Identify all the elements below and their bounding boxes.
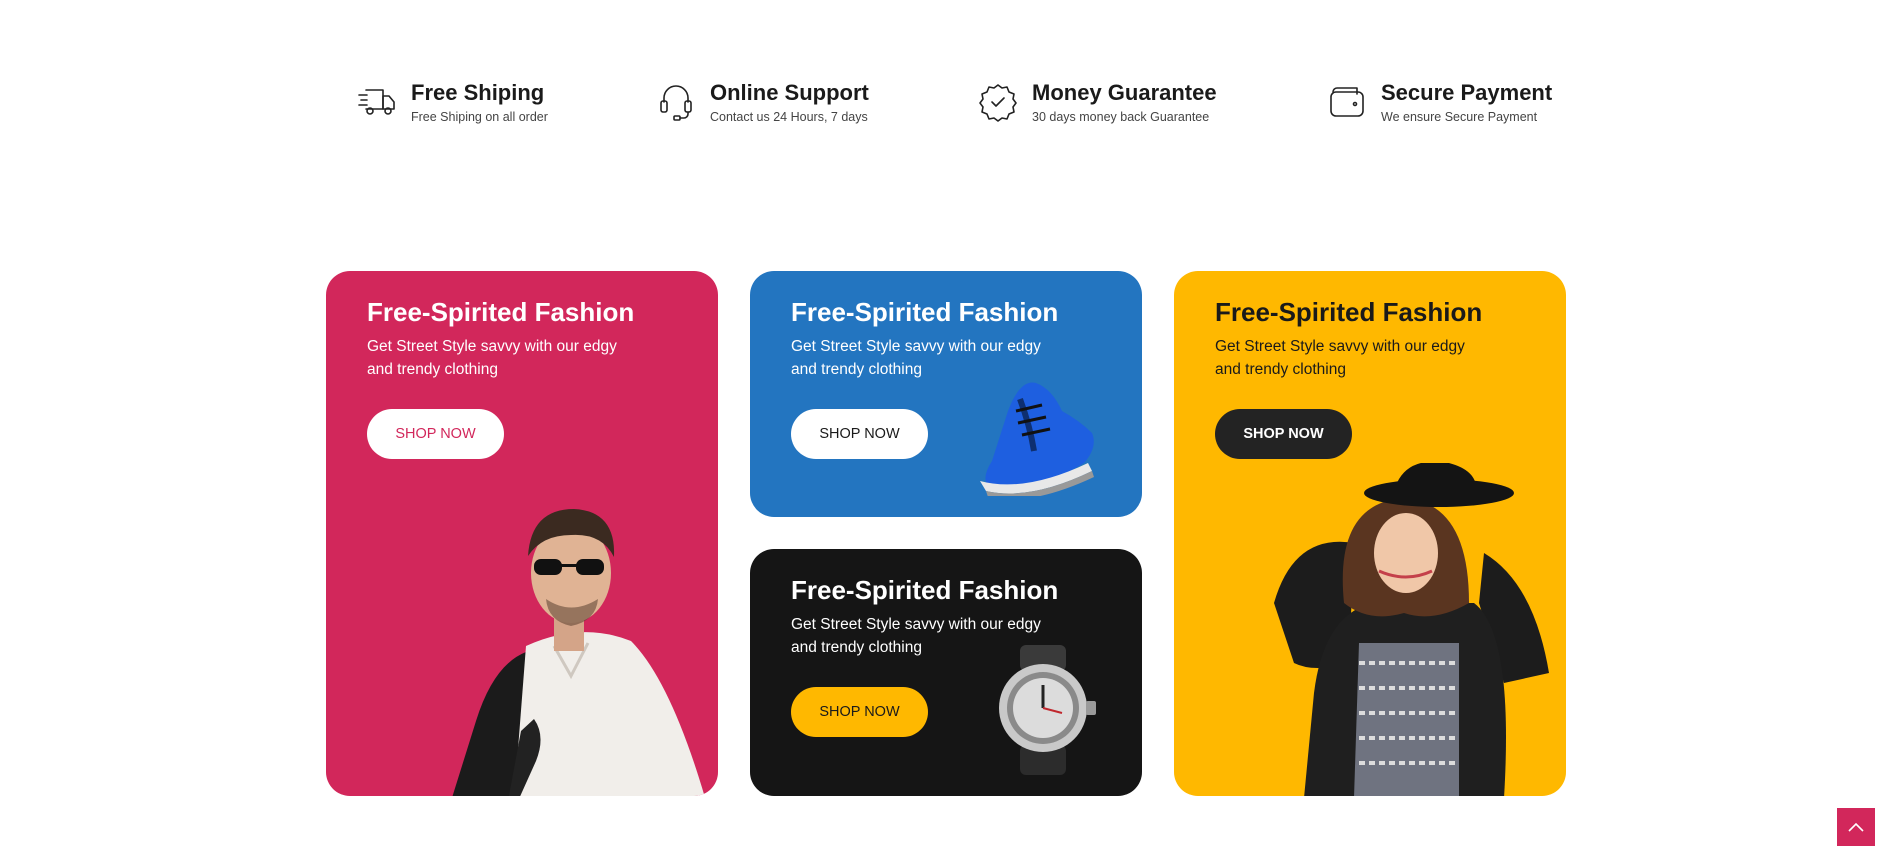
feature-subtitle: We ensure Secure Payment (1381, 110, 1538, 124)
promo-title: Free-Spirited Fashion (367, 297, 635, 327)
badge-check-icon (979, 84, 1017, 122)
shop-now-button[interactable]: SHOP NOW (367, 409, 504, 459)
promo-card-men: Free-Spirited Fashion Get Street Style s… (326, 271, 718, 796)
headset-icon (660, 85, 692, 121)
promo-card-women: Free-Spirited Fashion Get Street Style s… (1174, 271, 1566, 796)
feature-money-guarantee: Money Guarantee 30 days money back Guara… (978, 80, 1217, 124)
man-model-image (452, 509, 705, 796)
feature-title: Online Support (710, 80, 869, 105)
feature-subtitle: Free Shiping on all order (411, 110, 548, 124)
feature-title: Secure Payment (1381, 80, 1553, 105)
feature-title: Free Shiping (411, 80, 545, 105)
scroll-to-top-button[interactable] (1837, 808, 1875, 846)
promo-text: Get Street Style savvy with our edgy and… (1215, 338, 1465, 378)
sneaker-image (980, 382, 1094, 496)
feature-subtitle: 30 days money back Guarantee (1032, 110, 1210, 124)
feature-secure-payment: Secure Payment We ensure Secure Payment (1327, 80, 1552, 124)
feature-subtitle: Contact us 24 Hours, 7 days (710, 110, 868, 124)
wallet-icon (1330, 87, 1364, 117)
features-bar: Free Shiping Free Shiping on all order O… (0, 80, 1895, 140)
watch-image (999, 645, 1096, 775)
woman-model-image (1274, 463, 1549, 796)
promo-title: Free-Spirited Fashion (791, 575, 1059, 605)
truck-icon (358, 89, 395, 115)
promo-card-shoes: Free-Spirited Fashion Get Street Style s… (750, 271, 1142, 517)
promo-title: Free-Spirited Fashion (1215, 297, 1483, 327)
shop-now-button[interactable]: SHOP NOW (791, 687, 928, 737)
feature-free-shipping: Free Shiping Free Shiping on all order (357, 80, 548, 124)
feature-online-support: Online Support Contact us 24 Hours, 7 da… (656, 80, 869, 124)
shop-now-button[interactable]: SHOP NOW (791, 409, 928, 459)
chevron-up-icon (1848, 822, 1864, 832)
shop-now-button[interactable]: SHOP NOW (1215, 409, 1352, 459)
promo-title: Free-Spirited Fashion (791, 297, 1059, 327)
promo-card-watch: Free-Spirited Fashion Get Street Style s… (750, 549, 1142, 796)
promo-text: Get Street Style savvy with our edgy and… (367, 338, 617, 378)
feature-title: Money Guarantee (1032, 80, 1217, 105)
